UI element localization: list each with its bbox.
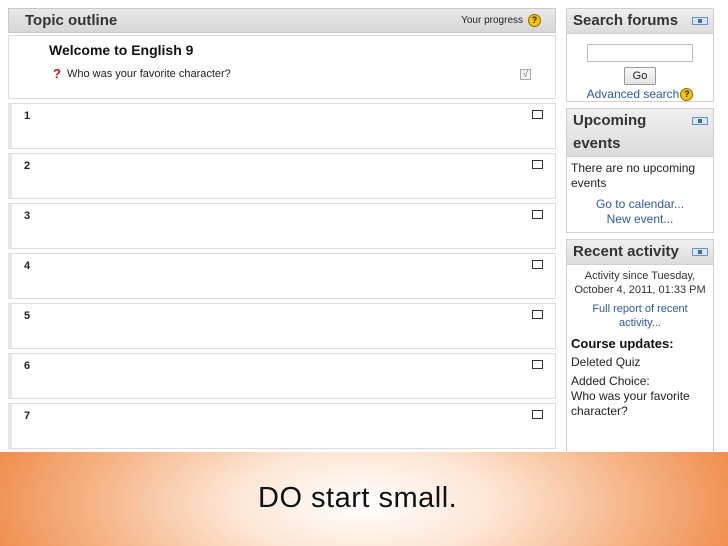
full-report-link[interactable]: Full report of recent activity...	[567, 302, 713, 330]
activity-since: Activity since Tuesday, October 4, 2011,…	[567, 265, 713, 297]
topic-section: 6	[8, 353, 556, 399]
added-choice-line3[interactable]: character?	[571, 404, 709, 419]
topic-section: 1	[8, 103, 556, 149]
block-title: Search forums	[573, 12, 679, 29]
activity-since-line1: Activity since Tuesday,	[584, 270, 696, 282]
block-header: Upcoming events	[567, 109, 713, 157]
outline-title: Topic outline	[25, 12, 118, 29]
no-events-line1: There are no upcoming	[571, 161, 696, 175]
topic-section: 4	[8, 253, 556, 299]
block-title-line2: events	[573, 135, 621, 152]
block-header: Recent activity	[567, 240, 713, 265]
section-number: 4	[24, 260, 31, 272]
section-collapse-checkbox[interactable]	[532, 210, 543, 219]
no-events-line2: events	[571, 176, 607, 190]
update-item-deleted-quiz: Deleted Quiz	[571, 355, 641, 369]
section-collapse-checkbox[interactable]	[532, 260, 543, 269]
added-choice-line1: Added Choice:	[571, 374, 650, 388]
section-0: Welcome to English 9 ? Who was your favo…	[8, 35, 556, 99]
topic-outline: Topic outline Your progress ? Welcome to…	[8, 8, 556, 458]
section-number: 3	[24, 210, 31, 222]
dock-icon[interactable]	[692, 17, 708, 25]
block-header: Search forums	[567, 9, 713, 34]
upcoming-events-block: Upcoming events There are no upcoming ev…	[566, 108, 714, 233]
section-number: 5	[24, 310, 31, 322]
help-icon[interactable]: ?	[528, 14, 541, 27]
activity-since-line2: October 4, 2011, 01:33 PM	[574, 284, 706, 296]
dock-icon[interactable]	[692, 248, 708, 256]
help-icon[interactable]: ?	[680, 87, 694, 101]
choice-activity[interactable]: ? Who was your favorite character?	[53, 66, 231, 81]
section-collapse-checkbox[interactable]	[532, 110, 543, 119]
topic-section: 3	[8, 203, 556, 249]
progress-indicator: Your progress ?	[461, 14, 541, 27]
completion-checkbox-checked[interactable]: √	[520, 69, 531, 80]
section-number: 7	[24, 410, 31, 422]
events-links: Go to calendar... New event...	[567, 197, 713, 227]
section-collapse-checkbox[interactable]	[532, 360, 543, 369]
topic-section: 2	[8, 153, 556, 199]
advanced-search-row: Advanced search ?	[567, 87, 713, 101]
activity-link[interactable]: Who was your favorite character?	[67, 68, 231, 80]
course-updates-heading: Course updates:	[571, 336, 674, 351]
go-button[interactable]: Go	[624, 67, 656, 85]
caption-text: DO start small.	[258, 482, 458, 514]
new-event-link[interactable]: New event...	[567, 212, 713, 227]
section-collapse-checkbox[interactable]	[532, 310, 543, 319]
block-title: Recent activity	[573, 243, 679, 260]
progress-label: Your progress	[461, 15, 523, 26]
no-events-text: There are no upcoming events	[567, 157, 713, 191]
advanced-search-link[interactable]: Advanced search	[587, 87, 680, 101]
topic-section: 7	[8, 403, 556, 449]
course-title: Welcome to English 9	[49, 42, 194, 58]
block-title-line1: Upcoming	[573, 112, 647, 129]
dock-icon[interactable]	[692, 117, 708, 125]
search-forums-block: Search forums Go Advanced search ?	[566, 8, 714, 102]
search-input[interactable]	[587, 44, 693, 62]
topic-section: 5	[8, 303, 556, 349]
added-choice-line2[interactable]: Who was your favorite	[571, 389, 709, 404]
calendar-link[interactable]: Go to calendar...	[567, 197, 713, 212]
full-report-line1[interactable]: Full report of recent	[567, 302, 713, 316]
caption-banner: DO start small.	[0, 452, 728, 546]
section-number: 1	[24, 110, 31, 122]
update-item-added-choice: Added Choice: Who was your favorite char…	[567, 370, 713, 419]
question-mark-icon: ?	[53, 66, 61, 81]
outline-header: Topic outline Your progress ?	[8, 8, 556, 33]
recent-activity-block: Recent activity Activity since Tuesday, …	[566, 239, 714, 457]
section-number: 2	[24, 160, 31, 172]
section-collapse-checkbox[interactable]	[532, 160, 543, 169]
full-report-line2[interactable]: activity...	[567, 316, 713, 330]
section-collapse-checkbox[interactable]	[532, 410, 543, 419]
section-number: 6	[24, 360, 31, 372]
